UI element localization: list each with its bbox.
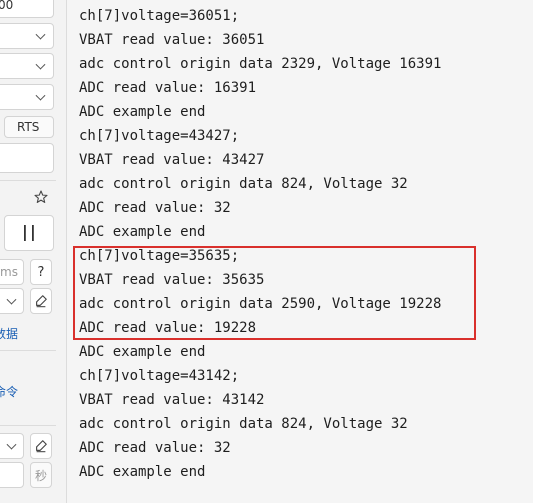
brush-icon: [36, 295, 47, 308]
output-line: ch[7]voltage=43427;: [79, 128, 240, 144]
output-line: ch[7]voltage=35635;: [79, 248, 240, 264]
clear-button[interactable]: [30, 288, 52, 314]
output-line: ADC example end: [79, 224, 206, 240]
output-line: VBAT read value: 43142: [79, 392, 265, 408]
output-line: adc control origin data 2329, Voltage 16…: [79, 56, 442, 72]
chevron-down-icon: [6, 439, 17, 450]
output-line: adc control origin data 2590, Voltage 19…: [79, 296, 442, 312]
settings-panel: 00 RTS ms ?: [0, 0, 67, 503]
baud-rate-input[interactable]: 00: [0, 0, 54, 18]
seconds-unit-box: 秒: [30, 462, 52, 488]
output-line: ADC read value: 16391: [79, 80, 257, 96]
brush-icon: [36, 440, 47, 453]
output-line: adc control origin data 824, Voltage 32: [79, 416, 408, 432]
section-divider: [0, 180, 56, 181]
serial-setting-dropdown-2[interactable]: [0, 53, 54, 79]
output-line: ADC example end: [79, 464, 206, 480]
section-divider: [0, 425, 56, 426]
output-line: ADC example end: [79, 104, 206, 120]
clear-send-button[interactable]: [30, 433, 52, 459]
command-link[interactable]: 命令: [0, 383, 18, 400]
ms-unit: ms: [0, 265, 18, 279]
interval-ms-input[interactable]: ms: [0, 259, 24, 285]
serial-output-area[interactable]: ch[7]voltage=36051; VBAT read value: 360…: [67, 0, 533, 503]
pause-button[interactable]: [4, 215, 54, 251]
send-interval-input[interactable]: [0, 462, 24, 488]
display-mode-dropdown[interactable]: [0, 288, 24, 314]
output-line: VBAT read value: 35635: [79, 272, 265, 288]
rts-button[interactable]: RTS: [4, 116, 54, 138]
output-line: ADC read value: 19228: [79, 320, 257, 336]
output-line: ADC read value: 32: [79, 440, 231, 456]
serial-setting-dropdown-3[interactable]: [0, 84, 54, 110]
output-line: adc control origin data 824, Voltage 32: [79, 176, 408, 192]
star-icon: [34, 190, 48, 203]
output-line: ADC read value: 32: [79, 200, 231, 216]
baud-rate-value: 00: [0, 0, 14, 12]
data-link[interactable]: 数据: [0, 325, 18, 342]
output-line: ADC example end: [79, 344, 206, 360]
help-button[interactable]: ?: [30, 259, 52, 285]
send-mode-dropdown[interactable]: [0, 433, 24, 459]
rts-label: RTS: [17, 120, 40, 134]
chevron-down-icon: [35, 59, 46, 70]
chevron-down-icon: [35, 90, 46, 101]
chevron-down-icon: [6, 294, 17, 305]
seconds-unit: 秒: [34, 468, 47, 483]
chevron-down-icon: [35, 29, 46, 40]
favorite-button[interactable]: [30, 186, 52, 208]
section-divider: [0, 350, 56, 351]
output-line: ch[7]voltage=43142;: [79, 368, 240, 384]
help-label: ?: [37, 264, 45, 280]
blank-input[interactable]: [0, 143, 54, 173]
output-line: ch[7]voltage=36051;: [79, 8, 240, 24]
serial-setting-dropdown-1[interactable]: [0, 23, 54, 49]
pause-icon: [24, 225, 34, 241]
output-line: VBAT read value: 36051: [79, 32, 265, 48]
output-line: VBAT read value: 43427: [79, 152, 265, 168]
